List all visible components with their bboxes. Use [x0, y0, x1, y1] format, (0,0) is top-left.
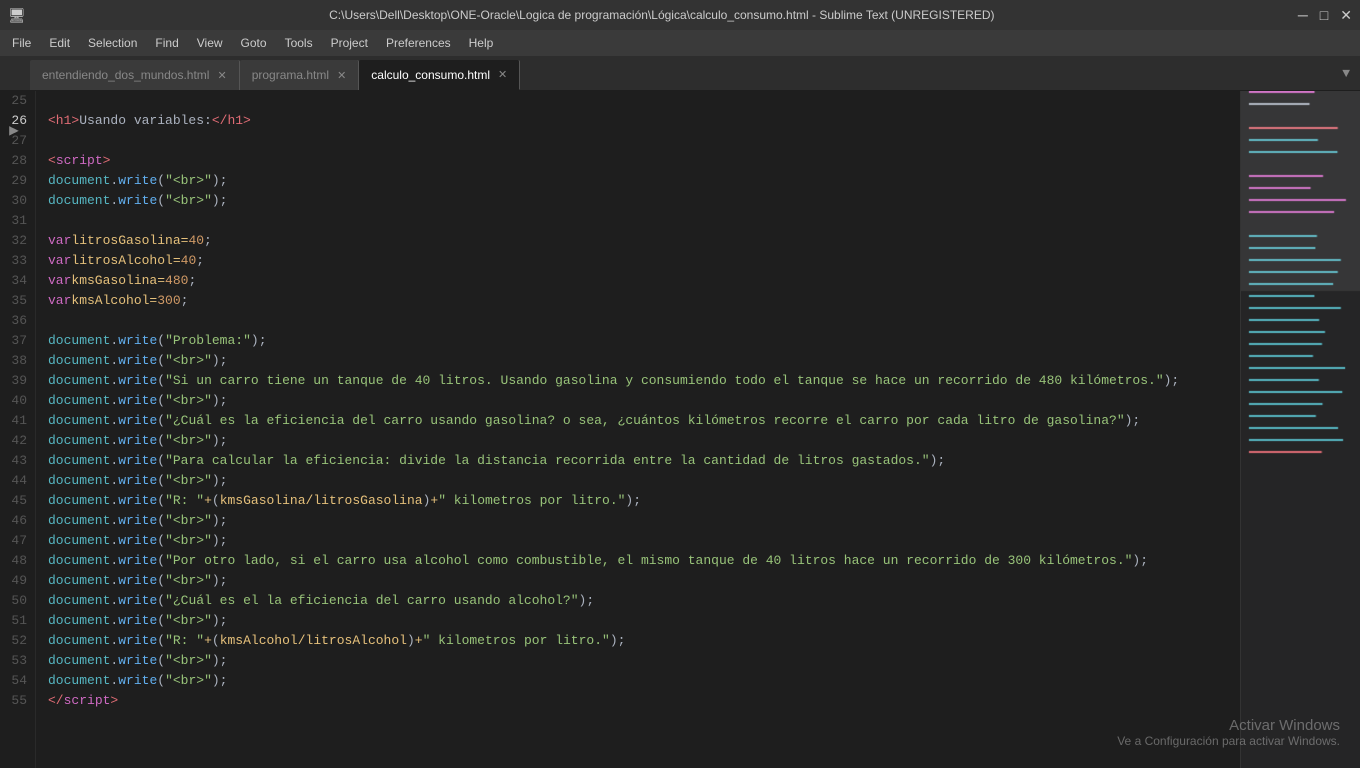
tab-close-0[interactable]: ✕	[217, 69, 226, 82]
menubar-item-file[interactable]: File	[4, 33, 39, 53]
line-number-51: 51	[4, 611, 27, 631]
menubar: FileEditSelectionFindViewGotoToolsProjec…	[0, 30, 1360, 56]
tab-label-2: calculo_consumo.html	[371, 68, 490, 82]
titlebar-title: C:\Users\Dell\Desktop\ONE-Oracle\Logica …	[329, 8, 994, 22]
code-line-44: document.write ("<br>");	[48, 471, 1240, 491]
tab-2[interactable]: calculo_consumo.html ✕	[359, 60, 520, 90]
code-line-35: var kmsAlcohol = 300;	[48, 291, 1240, 311]
code-line-25	[48, 91, 1240, 111]
menubar-item-preferences[interactable]: Preferences	[378, 33, 459, 53]
line-number-29: 29	[4, 171, 27, 191]
line-number-30: 30	[4, 191, 27, 211]
code-line-30: document.write ("<br>");	[48, 191, 1240, 211]
menubar-item-tools[interactable]: Tools	[277, 33, 321, 53]
code-line-31	[48, 211, 1240, 231]
code-line-49: document.write ("<br>");	[48, 571, 1240, 591]
code-line-40: document.write ("<br>");	[48, 391, 1240, 411]
menubar-item-help[interactable]: Help	[461, 33, 502, 53]
line-number-36: 36	[4, 311, 27, 331]
line-number-25: 25	[4, 91, 27, 111]
code-line-29: document.write ("<br>");	[48, 171, 1240, 191]
tab-dropdown-icon[interactable]: ▼	[1336, 64, 1356, 83]
menubar-item-goto[interactable]: Goto	[233, 33, 275, 53]
line-number-31: 31	[4, 211, 27, 231]
menubar-item-project[interactable]: Project	[323, 33, 376, 53]
editor-container: 2526272829303132333435363738394041424344…	[0, 91, 1360, 768]
code-line-50: document.write ("¿Cuál es el la eficienc…	[48, 591, 1240, 611]
line-number-33: 33	[4, 251, 27, 271]
line-number-55: 55	[4, 691, 27, 711]
tabbar: ▶ entendiendo_dos_mundos.html✕programa.h…	[0, 56, 1360, 91]
menubar-item-edit[interactable]: Edit	[41, 33, 78, 53]
code-line-28: <script>	[48, 151, 1240, 171]
code-line-32: var litrosGasolina = 40;	[48, 231, 1240, 251]
code-line-33: var litrosAlcohol = 40;	[48, 251, 1240, 271]
code-line-41: document.write ("¿Cuál es la eficiencia …	[48, 411, 1240, 431]
tab-scroll-left-icon[interactable]: ▶	[0, 112, 28, 147]
line-number-52: 52	[4, 631, 27, 651]
line-number-54: 54	[4, 671, 27, 691]
line-number-38: 38	[4, 351, 27, 371]
tab-1[interactable]: programa.html ✕	[240, 60, 360, 90]
code-line-54: document.write ("<br>");	[48, 671, 1240, 691]
maximize-button[interactable]: □	[1320, 7, 1328, 24]
menubar-item-view[interactable]: View	[189, 33, 231, 53]
line-number-44: 44	[4, 471, 27, 491]
code-line-55: </script>	[48, 691, 1240, 711]
titlebar: 🖥 C:\Users\Dell\Desktop\ONE-Oracle\Logic…	[0, 0, 1360, 30]
line-number-42: 42	[4, 431, 27, 451]
code-line-47: document.write ("<br>");	[48, 531, 1240, 551]
titlebar-controls[interactable]: ─ □ ✕	[1298, 7, 1352, 24]
code-line-51: document.write ("<br>");	[48, 611, 1240, 631]
line-number-47: 47	[4, 531, 27, 551]
line-number-37: 37	[4, 331, 27, 351]
close-button[interactable]: ✕	[1340, 7, 1352, 24]
code-line-27	[48, 131, 1240, 151]
code-line-46: document.write ("<br>");	[48, 511, 1240, 531]
tab-close-2[interactable]: ✕	[498, 68, 507, 81]
code-line-42: document.write ("<br>");	[48, 431, 1240, 451]
titlebar-icon: 🖥	[8, 7, 26, 24]
code-line-39: document.write ("Si un carro tiene un ta…	[48, 371, 1240, 391]
line-numbers: 2526272829303132333435363738394041424344…	[0, 91, 36, 768]
code-line-48: document.write ("Por otro lado, si el ca…	[48, 551, 1240, 571]
code-line-52: document.write ("R: " + (kmsAlcohol/litr…	[48, 631, 1240, 651]
line-number-41: 41	[4, 411, 27, 431]
minimize-button[interactable]: ─	[1298, 7, 1308, 24]
line-number-32: 32	[4, 231, 27, 251]
line-number-40: 40	[4, 391, 27, 411]
line-number-34: 34	[4, 271, 27, 291]
line-number-45: 45	[4, 491, 27, 511]
tab-0[interactable]: entendiendo_dos_mundos.html ✕	[30, 60, 240, 90]
line-number-35: 35	[4, 291, 27, 311]
tab-label-0: entendiendo_dos_mundos.html	[42, 68, 209, 82]
code-line-26: <h1>Usando variables:</h1>	[48, 111, 1240, 131]
minimap[interactable]	[1240, 91, 1360, 768]
code-area[interactable]: <h1>Usando variables:</h1> <script> docu…	[36, 91, 1240, 768]
code-line-43: document.write ("Para calcular la eficie…	[48, 451, 1240, 471]
code-line-38: document.write ("<br>");	[48, 351, 1240, 371]
line-number-53: 53	[4, 651, 27, 671]
line-number-48: 48	[4, 551, 27, 571]
line-number-28: 28	[4, 151, 27, 171]
code-line-53: document.write ("<br>");	[48, 651, 1240, 671]
line-number-50: 50	[4, 591, 27, 611]
code-line-45: document.write ("R: " + (kmsGasolina/lit…	[48, 491, 1240, 511]
code-line-37: document.write ("Problema:");	[48, 331, 1240, 351]
tab-label-1: programa.html	[252, 68, 329, 82]
code-line-34: var kmsGasolina = 480;	[48, 271, 1240, 291]
line-number-46: 46	[4, 511, 27, 531]
line-number-49: 49	[4, 571, 27, 591]
menubar-item-selection[interactable]: Selection	[80, 33, 145, 53]
minimap-canvas	[1241, 91, 1360, 768]
code-line-36	[48, 311, 1240, 331]
menubar-item-find[interactable]: Find	[147, 33, 186, 53]
line-number-39: 39	[4, 371, 27, 391]
line-number-43: 43	[4, 451, 27, 471]
tab-close-1[interactable]: ✕	[337, 69, 346, 82]
